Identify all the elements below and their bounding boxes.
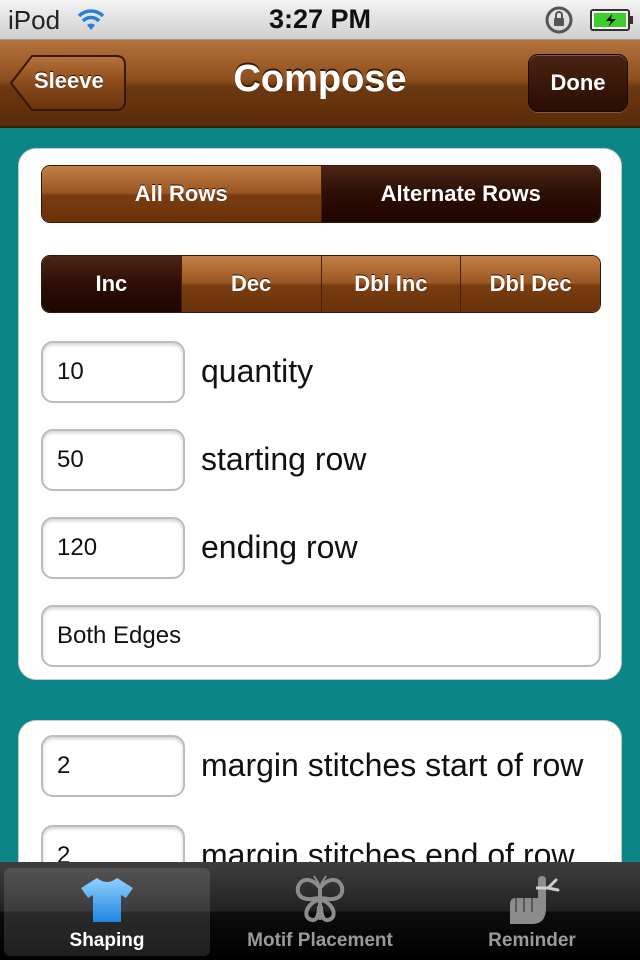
rotation-lock-icon [543,5,575,40]
tab-motif-placement[interactable]: Motif Placement [216,868,424,956]
battery-icon [590,8,634,37]
margin-card: margin stitches start of row margin stit… [18,720,622,862]
ending-row-field[interactable] [41,517,185,579]
starting-row-label: starting row [201,441,367,477]
tab-reminder-label: Reminder [488,930,576,951]
margin-start-label: margin stitches start of row [201,747,584,783]
margin-end-field[interactable] [41,825,185,862]
tab-reminder[interactable]: Reminder [428,868,636,956]
status-bar: iPod 3:27 PM [0,0,640,40]
quantity-label: quantity [201,353,314,389]
navigation-bar: Sleeve Compose Done [0,40,640,128]
ending-row-label: ending row [201,529,358,565]
margin-start-field[interactable] [41,735,185,797]
segment-alternate-rows[interactable]: Alternate Rows [321,166,600,222]
shirt-icon [79,874,135,929]
done-button[interactable]: Done [528,54,628,112]
segment-all-rows[interactable]: All Rows [42,166,322,222]
tab-shaping[interactable]: Shaping [4,868,210,956]
row-mode-segmented-control: All Rows Alternate Rows [41,165,601,223]
tab-motif-placement-label: Motif Placement [247,930,393,951]
quantity-field[interactable] [41,341,185,403]
finger-string-icon [504,874,560,931]
starting-row-field[interactable] [41,429,185,491]
segment-dbl-dec[interactable]: Dbl Dec [461,256,600,312]
segment-dbl-inc[interactable]: Dbl Inc [321,256,462,312]
compose-form: All Rows Alternate Rows Inc Dec Dbl Inc … [0,128,640,862]
shaping-card: All Rows Alternate Rows Inc Dec Dbl Inc … [18,148,622,680]
tab-shaping-label: Shaping [69,930,145,951]
segment-dec[interactable]: Dec [181,256,322,312]
operation-segmented-control: Inc Dec Dbl Inc Dbl Dec [41,255,601,313]
edges-field[interactable] [41,605,601,667]
segment-inc[interactable]: Inc [42,256,182,312]
margin-end-label: margin stitches end of row [201,837,575,862]
tab-bar: Shaping Motif Placement Reminder [0,862,640,960]
butterfly-icon [292,874,348,931]
